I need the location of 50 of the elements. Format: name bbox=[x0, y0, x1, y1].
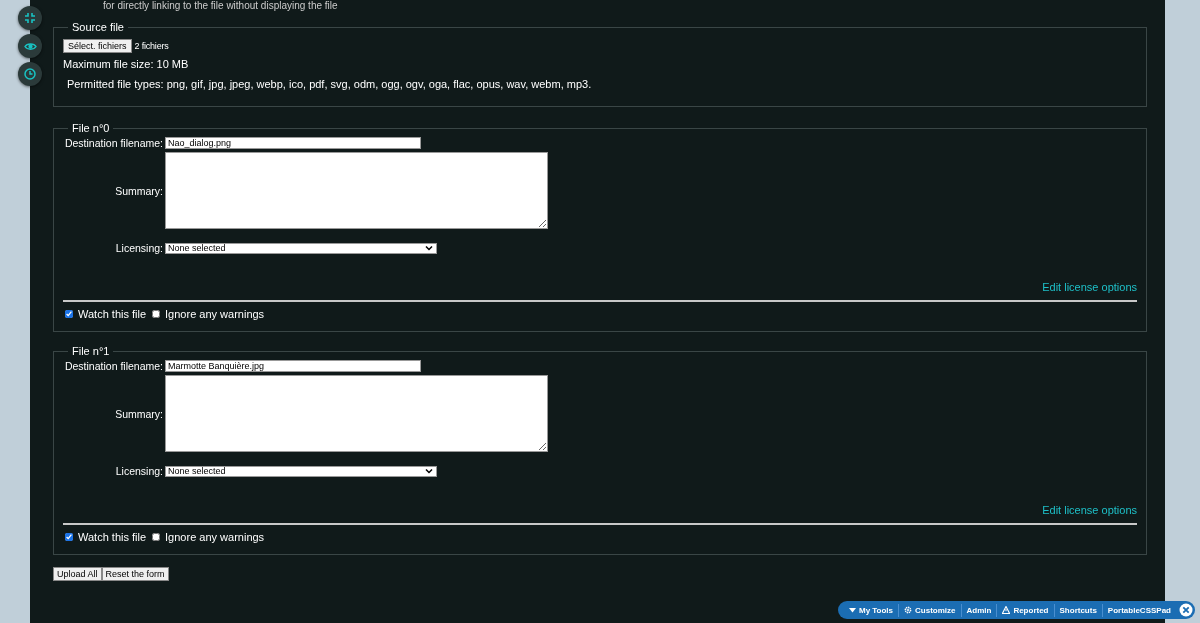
choose-files-button[interactable]: Sélect. fichiers bbox=[63, 39, 132, 53]
toolbar-link[interactable]: Admin bbox=[960, 603, 997, 617]
gear-icon bbox=[904, 606, 913, 614]
checkbox-label: Ignore any warnings bbox=[165, 531, 265, 543]
caret-icon bbox=[425, 468, 433, 474]
field-label: Licensing: bbox=[114, 465, 163, 477]
max-file-size-text: Maximum file size: 10 MB bbox=[63, 58, 190, 70]
checkbox-label: Watch this file bbox=[78, 531, 147, 543]
summary-field[interactable] bbox=[165, 375, 548, 452]
clock-button[interactable] bbox=[18, 62, 42, 86]
selected-files-count: 2 fichiers bbox=[134, 41, 169, 51]
licensing-dropdown[interactable]: None selected bbox=[165, 465, 437, 477]
summary-field[interactable] bbox=[165, 152, 548, 229]
checkbox[interactable] bbox=[152, 310, 161, 318]
toolbar-link[interactable]: PortableCSSPad bbox=[1101, 603, 1176, 617]
checkbox[interactable] bbox=[65, 310, 73, 318]
eye-icon bbox=[23, 41, 37, 51]
fieldset-legend: Source file bbox=[68, 21, 128, 33]
checkbox[interactable] bbox=[65, 533, 73, 541]
edit-license-link[interactable]: Edit license options bbox=[1042, 504, 1137, 516]
clock-icon bbox=[24, 68, 36, 80]
caret-icon bbox=[848, 607, 856, 613]
fieldset-legend: File n°0 bbox=[68, 122, 114, 134]
form-button[interactable]: Upload All bbox=[53, 567, 102, 581]
field-label: Summary: bbox=[114, 184, 163, 197]
fieldset-legend: File n°1 bbox=[68, 345, 114, 357]
toolbar-link[interactable]: Shortcuts bbox=[1053, 603, 1102, 617]
permitted-types-text: Permitted file types: png, gif, jpg, jpeg, webp, ico, pdf, svg, odm, ogg, ogv, oga, flac, opus, wav, webm, mp3. bbox=[67, 78, 593, 90]
caret-icon bbox=[425, 245, 433, 251]
help-text: for directly linking to the file without displaying the file bbox=[103, 0, 338, 11]
collapse-button[interactable] bbox=[18, 6, 42, 30]
warning-icon bbox=[1002, 606, 1011, 614]
checkbox-label: Ignore any warnings bbox=[165, 308, 265, 320]
toolbar-link[interactable]: Reported bbox=[996, 603, 1054, 617]
field-label: Licensing: bbox=[114, 242, 163, 254]
toolbar-link[interactable]: My Tools bbox=[843, 603, 899, 617]
field-label: Summary: bbox=[114, 407, 163, 420]
form-button[interactable]: Reset the form bbox=[101, 567, 169, 581]
filename-field[interactable]: Nao_dialog.png bbox=[165, 137, 421, 149]
checkbox-label: Watch this file bbox=[78, 308, 147, 320]
filename-field[interactable]: Marmotte Banquière.jpg bbox=[165, 360, 421, 372]
collapse-icon bbox=[24, 12, 36, 24]
checkbox[interactable] bbox=[152, 533, 161, 541]
field-label: Destination filename: bbox=[63, 360, 163, 372]
close-icon[interactable] bbox=[1179, 603, 1193, 617]
eye-button[interactable] bbox=[18, 34, 42, 58]
field-label: Destination filename: bbox=[63, 137, 163, 149]
toolbar-link[interactable]: Customize bbox=[898, 603, 961, 617]
edit-license-link[interactable]: Edit license options bbox=[1042, 281, 1137, 293]
licensing-dropdown[interactable]: None selected bbox=[165, 242, 437, 254]
